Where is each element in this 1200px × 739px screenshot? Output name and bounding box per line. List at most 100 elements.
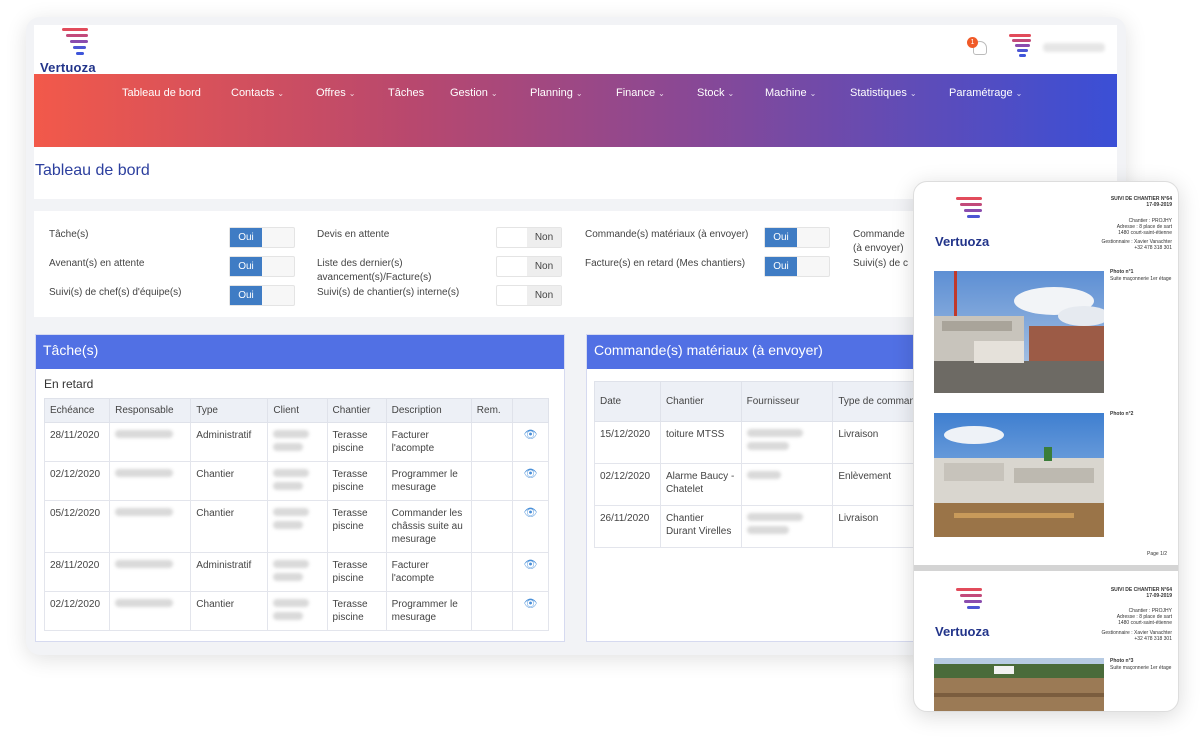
- column-header[interactable]: Description: [385, 398, 472, 423]
- cell-type: Chantier: [190, 461, 269, 501]
- cell-rem: [470, 500, 513, 553]
- cell-description: Facturer l'acompte: [385, 552, 472, 592]
- filter-toggle-devis[interactable]: OuiNon: [496, 227, 562, 248]
- filter-label: Suivi(s) de chantier(s) interne(s): [317, 287, 460, 298]
- user-name-redacted[interactable]: [1043, 43, 1105, 52]
- cell-date: 28/11/2020: [43, 552, 111, 592]
- cell-chantier: Terasse piscine: [326, 552, 387, 592]
- site-photo-3[interactable]: [934, 658, 1104, 711]
- cell-responsable-redacted: [109, 422, 192, 462]
- cell-rem: [470, 591, 513, 631]
- site-photo-1[interactable]: [934, 271, 1104, 393]
- filter-toggle-taches[interactable]: OuiNon: [229, 227, 295, 248]
- nav-item-planning[interactable]: Planning ⌄: [530, 87, 583, 99]
- user-avatar[interactable]: [1007, 33, 1037, 59]
- filter-label: Devis en attente: [317, 229, 390, 240]
- column-header[interactable]: Rem.: [470, 398, 513, 423]
- table-row[interactable]: 28/11/2020 Administratif Terasse piscine…: [43, 552, 550, 592]
- cell-chantier: Terasse piscine: [326, 422, 387, 462]
- filter-label: Liste des dernier(s) avancement(s)/Factu…: [317, 258, 432, 283]
- card-title: Commande(s) matériaux (à envoyer): [587, 335, 925, 369]
- filter-toggle-avancements[interactable]: OuiNon: [496, 256, 562, 277]
- nav-item-tableau-de-bord[interactable]: Tableau de bord: [122, 87, 201, 99]
- nav-item-offres[interactable]: Offres ⌄: [316, 87, 355, 99]
- cell-client-redacted: [267, 500, 328, 553]
- column-header[interactable]: Chantier: [326, 398, 387, 423]
- nav-item-gestion[interactable]: Gestion ⌄: [450, 87, 498, 99]
- card-title: Tâche(s): [36, 335, 564, 369]
- view-eye-icon[interactable]: 👁: [511, 591, 550, 631]
- nav-item-statistiques[interactable]: Statistiques ⌄: [850, 87, 917, 99]
- report-date: 17-09-2019: [1146, 593, 1172, 599]
- column-header[interactable]: Echéance: [43, 398, 111, 423]
- table-row[interactable]: 02/12/2020 Alarme Baucy - Chatelet Enlèv…: [594, 463, 925, 506]
- logo-mark-icon: [58, 27, 98, 55]
- filter-toggle-commandes[interactable]: OuiNon: [764, 227, 830, 248]
- photo-title: Photo n°2: [1110, 411, 1134, 417]
- view-eye-icon[interactable]: 👁: [511, 422, 550, 462]
- column-header[interactable]: Chantier: [659, 381, 742, 422]
- filter-label: Facture(s) en retard (Mes chantiers): [585, 258, 746, 269]
- photo-title: Photo n°3: [1110, 658, 1134, 664]
- filter-toggle-avenants[interactable]: OuiNon: [229, 256, 295, 277]
- page-title: Tableau de bord: [35, 162, 150, 179]
- tasks-card: Tâche(s) En retard Echéance Responsable …: [35, 334, 565, 642]
- nav-item-stock[interactable]: Stock ⌄: [697, 87, 734, 99]
- table-row[interactable]: 02/12/2020 Chantier Terasse piscine Prog…: [43, 461, 550, 501]
- nav-item-parametrage[interactable]: Paramétrage ⌄: [949, 87, 1022, 99]
- cell-date: 15/12/2020: [594, 421, 661, 464]
- cell-date: 02/12/2020: [594, 463, 661, 506]
- nav-item-finance[interactable]: Finance ⌄: [616, 87, 665, 99]
- page-number: Page 1/2: [1147, 551, 1168, 557]
- cell-type: Chantier: [190, 591, 269, 631]
- tasks-table: Echéance Responsable Type Client Chantie…: [43, 398, 550, 631]
- filter-label: Commande: [853, 229, 905, 240]
- column-header[interactable]: Fournisseur: [740, 381, 834, 422]
- view-eye-icon[interactable]: 👁: [511, 552, 550, 592]
- report-manager-line: +32 478 318 301: [1134, 636, 1172, 642]
- main-nav: Tableau de bord Contacts ⌄ Offres ⌄ Tâches…: [34, 74, 1117, 147]
- column-header[interactable]: Responsable: [109, 398, 192, 423]
- chevron-down-icon: ⌄: [727, 89, 735, 98]
- site-photo-2[interactable]: [934, 413, 1104, 537]
- cell-responsable-redacted: [109, 552, 192, 592]
- view-eye-icon[interactable]: 👁: [511, 461, 550, 501]
- filter-toggle-suivis-internes[interactable]: OuiNon: [496, 285, 562, 306]
- filter-label: Suivi(s) de c: [853, 258, 909, 269]
- brand-logo[interactable]: Vertuoza: [40, 27, 120, 81]
- table-row[interactable]: 26/11/2020 Chantier Durant Virelles Livr…: [594, 505, 925, 548]
- logo-mark-icon: [952, 196, 992, 224]
- cell-description: Programmer le mesurage: [385, 461, 472, 501]
- table-row[interactable]: 15/12/2020 toiture MTSS Livraison: [594, 421, 925, 464]
- photo-title: Photo n°1: [1110, 269, 1134, 275]
- report-info-line: 1480 court-saint-étienne: [1118, 230, 1172, 236]
- column-header[interactable]: Client: [267, 398, 328, 423]
- filter-toggle-factures-retard[interactable]: OuiNon: [764, 256, 830, 277]
- report-info-line: 1480 court-saint-étienne: [1118, 620, 1172, 626]
- nav-item-taches[interactable]: Tâches: [388, 87, 424, 99]
- photo-caption: Suite maçonnerie 1er étage: [1110, 276, 1172, 282]
- cell-responsable-redacted: [109, 461, 192, 501]
- cell-chantier: toiture MTSS: [659, 421, 742, 464]
- phone-report-preview: Vertuoza SUIVI DE CHANTIER N°64 17-09-20…: [913, 181, 1179, 712]
- column-header[interactable]: Type: [190, 398, 269, 423]
- report-manager-line: +32 478 318 301: [1134, 245, 1172, 251]
- column-header[interactable]: Date: [594, 381, 661, 422]
- filter-toggle-suivis-chefs[interactable]: OuiNon: [229, 285, 295, 306]
- brand-name: Vertuoza: [40, 60, 96, 75]
- report-brand: Vertuoza: [935, 624, 990, 639]
- cell-client-redacted: [267, 591, 328, 631]
- chevron-down-icon: ⌄: [809, 89, 817, 98]
- nav-item-contacts[interactable]: Contacts ⌄: [231, 87, 284, 99]
- cell-rem: [470, 552, 513, 592]
- notification-button[interactable]: 1: [967, 37, 989, 59]
- cell-description: Programmer le mesurage: [385, 591, 472, 631]
- view-eye-icon[interactable]: 👁: [511, 500, 550, 553]
- chevron-down-icon: ⌄: [1015, 89, 1023, 98]
- cell-client-redacted: [267, 552, 328, 592]
- table-row[interactable]: 05/12/2020 Chantier Terasse piscine Comm…: [43, 500, 550, 553]
- table-row[interactable]: 02/12/2020 Chantier Terasse piscine Prog…: [43, 591, 550, 631]
- table-row[interactable]: 28/11/2020 Administratif Terasse piscine…: [43, 422, 550, 462]
- nav-item-machine[interactable]: Machine ⌄: [765, 87, 816, 99]
- chevron-down-icon: ⌄: [658, 89, 665, 98]
